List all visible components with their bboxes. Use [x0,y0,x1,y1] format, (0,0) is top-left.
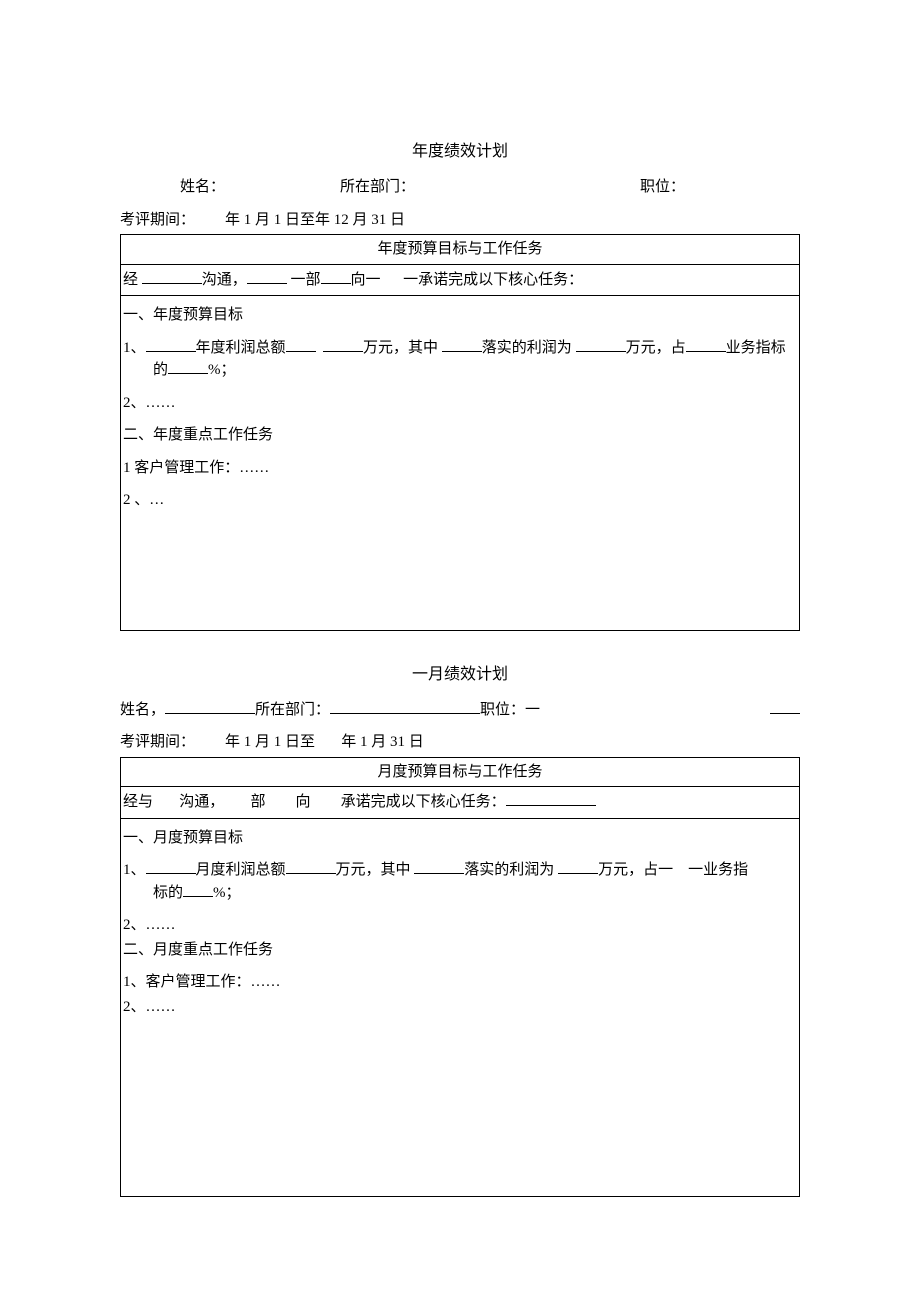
t: 标的 [153,885,183,901]
t: 年度利润总额 [196,340,286,356]
sub-p1: 经与 [123,794,153,810]
monthly-info-row: 姓名， 所在部门： 职位：一 [120,699,800,722]
s1-line2: 2、…… [123,392,797,415]
t: 1、 [123,340,146,356]
period-text2: 年 1 月 31 日 [341,734,424,750]
s2-line2: 2 、… [123,489,797,512]
t: 落实的利润为 [464,862,558,878]
annual-name-cell: 姓名： [120,176,340,199]
t: 一业务指 [688,862,748,878]
blank-field[interactable] [323,337,363,352]
annual-title: 年度绩效计划 [120,140,800,164]
sub-p4: 向 [296,794,311,810]
s1-line1: 1、 年度利润总额 万元，其中 落实的利润为 万元，占 业务指标 的 %； [123,337,797,382]
blank-field[interactable] [330,699,480,714]
annual-dept-cell: 所在部门： [340,176,640,199]
label-dept: 所在部门： [255,702,330,718]
sub-p3: 一部 [287,272,321,288]
monthly-box-sub: 经与 沟通， 部 向 承诺完成以下核心任务： [121,787,799,819]
monthly-period-row: 考评期间： 年 1 月 1 日至 年 1 月 31 日 [120,731,800,754]
blank-field[interactable] [686,337,726,352]
label-pos: 职位：一 [480,702,540,718]
blank-field[interactable] [770,699,800,714]
label-pos: 职位： [640,176,685,199]
sub-p2: 沟通， [179,794,224,810]
label-name: 姓名， [120,702,165,718]
blank-field[interactable] [414,859,464,874]
blank-field[interactable] [165,699,255,714]
monthly-box: 月度预算目标与工作任务 经与 沟通， 部 向 承诺完成以下核心任务： 一、月度预… [120,757,800,1198]
annual-info-row: 姓名： 所在部门： 职位： [120,176,800,199]
t: 落实的利润为 [482,340,576,356]
blank-field[interactable] [142,269,202,284]
sub-p5: 一承诺完成以下核心任务： [403,272,583,288]
period-prefix: 考评期间： [120,212,195,228]
s2-line1: 1 客户管理工作：…… [123,457,797,480]
t: %； [213,885,241,901]
t: %； [208,362,236,378]
blank-field[interactable] [286,859,336,874]
monthly-title: 一月绩效计划 [120,663,800,687]
sub-p5: 承诺完成以下核心任务： [341,794,506,810]
annual-box-body: 一、年度预算目标 1、 年度利润总额 万元，其中 落实的利润为 万元，占 业务指标 … [121,296,799,630]
label-name: 姓名： [180,176,225,199]
t: 万元，其中 [363,340,442,356]
s1-title: 一、年度预算目标 [123,304,797,327]
annual-period-row: 考评期间： 年 1 月 1 日至年 12 月 31 日 [120,209,800,232]
blank-field[interactable] [576,337,626,352]
t: 万元，占 [626,340,686,356]
annual-box-sub: 经 沟通， 一部 向一 一承诺完成以下核心任务： [121,265,799,297]
blank-field[interactable] [442,337,482,352]
annual-pos-cell: 职位： [640,176,800,199]
m-s1-line1-cont: 标的 %； [123,882,797,905]
m-s1-line2: 2、…… [123,914,797,937]
period-prefix: 考评期间： [120,734,195,750]
monthly-box-header: 月度预算目标与工作任务 [121,758,799,788]
sub-p3: 部 [251,794,266,810]
blank-field[interactable] [146,859,196,874]
period-text1: 年 1 月 1 日至 [225,734,315,750]
monthly-box-body: 一、月度预算目标 1、 月度利润总额 万元，其中 落实的利润为 万元，占一 一业务指… [121,819,799,1197]
sub-p2: 沟通， [202,272,247,288]
blank-field[interactable] [286,337,316,352]
blank-field[interactable] [506,791,596,806]
blank-field[interactable] [146,337,196,352]
period-text: 年 1 月 1 日至年 12 月 31 日 [225,212,405,228]
spacer [123,522,797,622]
blank-field[interactable] [321,269,351,284]
section-gap [120,631,800,663]
m-s2-title: 二、月度重点工作任务 [123,939,797,962]
t: 的 [153,362,168,378]
sub-p4: 向一 [351,272,381,288]
annual-box-header: 年度预算目标与工作任务 [121,235,799,265]
t: 业务指标 [726,340,786,356]
m-s1-title: 一、月度预算目标 [123,827,797,850]
annual-box: 年度预算目标与工作任务 经 沟通， 一部 向一 一承诺完成以下核心任务： 一、年度… [120,234,800,631]
blank-field[interactable] [247,269,287,284]
sub-p1: 经 [123,272,142,288]
spacer [123,1028,797,1188]
blank-field[interactable] [168,359,208,374]
blank-field[interactable] [558,859,598,874]
label-dept: 所在部门： [340,176,415,199]
t: 月度利润总额 [196,862,286,878]
s2-title: 二、年度重点工作任务 [123,424,797,447]
m-s2-line2: 2、…… [123,996,797,1019]
t: 1、 [123,862,146,878]
t: 万元，其中 [336,862,415,878]
s1-line1-cont: 的 %； [123,359,797,382]
m-s2-line1: 1、客户管理工作：…… [123,971,797,994]
t: 万元，占一 [598,862,673,878]
m-s1-line1: 1、 月度利润总额 万元，其中 落实的利润为 万元，占一 一业务指 标的 %； [123,859,797,904]
blank-field[interactable] [183,882,213,897]
